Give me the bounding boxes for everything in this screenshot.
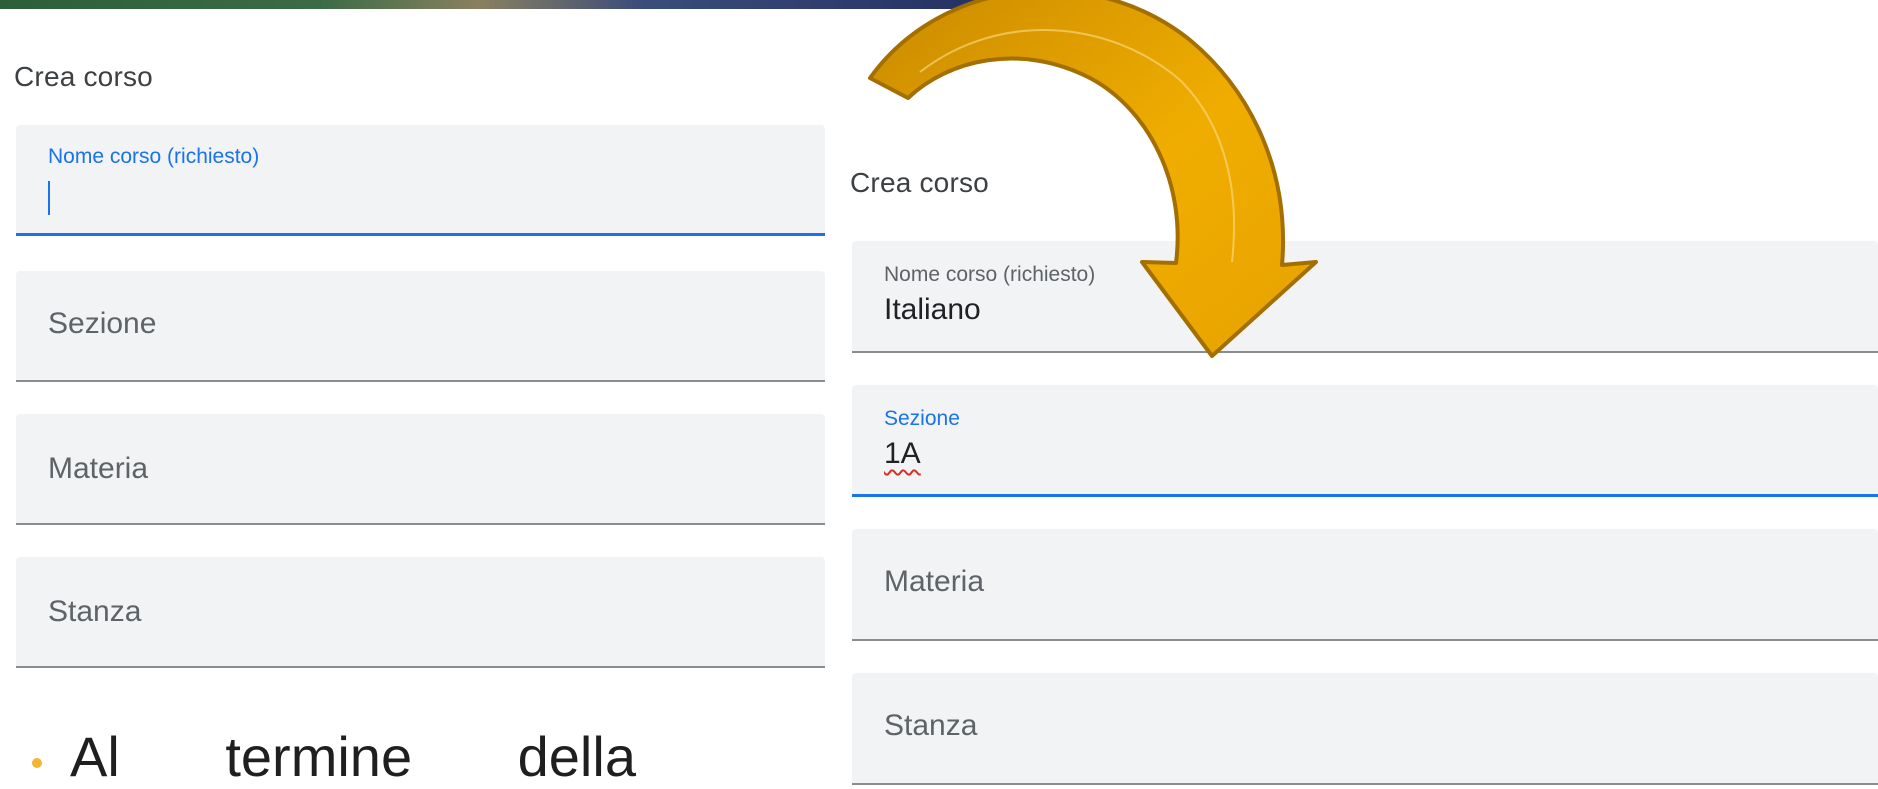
course-name-field[interactable]: Nome corso (richiesto)	[16, 125, 825, 236]
text-caret	[48, 181, 50, 215]
subject-field[interactable]: Materia	[852, 529, 1878, 641]
section-field[interactable]: Sezione 1A	[852, 385, 1878, 497]
section-label: Sezione	[884, 407, 960, 430]
section-field[interactable]: Sezione	[16, 271, 825, 382]
room-placeholder: Stanza	[884, 709, 978, 742]
header-banner-strip	[0, 0, 1065, 9]
room-placeholder: Stanza	[48, 595, 142, 628]
course-name-label: Nome corso (richiesto)	[48, 145, 260, 168]
course-name-value: Italiano	[884, 293, 981, 326]
bullet-dot-icon	[32, 758, 42, 768]
dialog-title: Crea corso	[850, 167, 989, 198]
section-placeholder: Sezione	[48, 307, 157, 340]
room-field[interactable]: Stanza	[16, 557, 825, 668]
subject-field[interactable]: Materia	[16, 414, 825, 525]
course-name-label: Nome corso (richiesto)	[884, 263, 1096, 286]
subject-placeholder: Materia	[48, 452, 149, 485]
room-field[interactable]: Stanza	[852, 673, 1878, 785]
bullet-item: Al termine della	[0, 722, 825, 788]
section-value: 1A	[884, 437, 921, 470]
subject-placeholder: Materia	[884, 565, 985, 598]
dialog-title: Crea corso	[14, 61, 153, 92]
course-name-field[interactable]: Nome corso (richiesto) Italiano	[852, 241, 1878, 353]
create-course-dialog-right: Crea corso Nome corso (richiesto) Italia…	[826, 125, 1878, 785]
bullet-text: Al termine della	[70, 725, 636, 788]
